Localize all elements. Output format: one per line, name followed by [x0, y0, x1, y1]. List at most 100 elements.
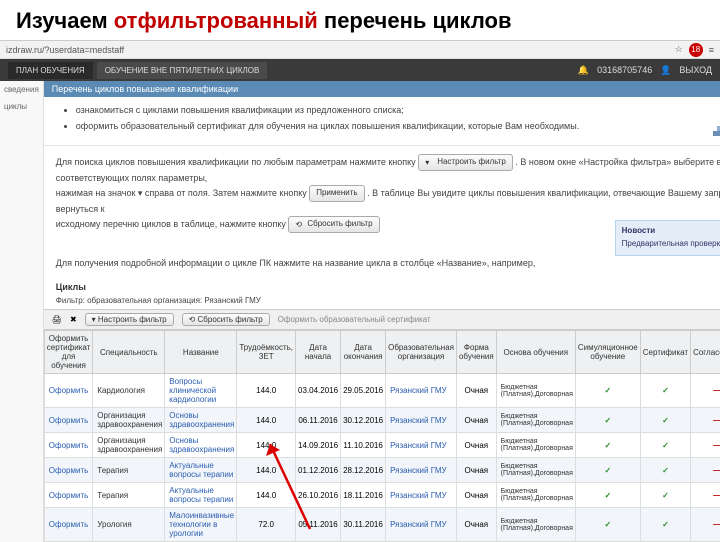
row-start: 05.11.2016	[296, 508, 341, 542]
col-name[interactable]: Название	[165, 331, 237, 374]
row-form: Очная	[456, 408, 496, 433]
row-sim-check: ✓	[575, 483, 640, 508]
row-org-link[interactable]: Рязанский ГМУ	[386, 458, 457, 483]
row-end: 29.05.2016	[341, 374, 386, 408]
row-start: 26.10.2016	[296, 483, 341, 508]
star-icon[interactable]: ☆	[675, 44, 683, 55]
col-sim[interactable]: Симуляционное обучение	[575, 331, 640, 374]
intro-block: ознакомиться с циклами повышения квалифи…	[44, 97, 720, 146]
col-org[interactable]: Образовательная организация	[386, 331, 457, 374]
sidebar: сведения циклы	[0, 81, 44, 542]
row-cert-check: ✓	[640, 374, 690, 408]
row-sim-check: ✓	[575, 508, 640, 542]
table-row: ОформитьТерапияАктуальные вопросы терапи…	[44, 458, 720, 483]
row-form: Очная	[456, 374, 496, 408]
setup-filter-button-inline[interactable]: ▾Настроить фильтр	[418, 154, 513, 171]
row-basis: Бюджетная (Платная),Договорная	[496, 408, 575, 433]
user-id: 03168705746	[597, 65, 652, 75]
row-spec: Терапия	[93, 458, 165, 483]
col-cert[interactable]: Сертификат	[640, 331, 690, 374]
row-org-link[interactable]: Рязанский ГМУ	[386, 374, 457, 408]
top-nav: ПЛАН ОБУЧЕНИЯ ОБУЧЕНИЕ ВНЕ ПЯТИЛЕТНИХ ЦИ…	[0, 59, 720, 81]
url-text: izdraw.ru/?userdata=medstaff	[6, 45, 124, 55]
row-sim-check: ✓	[575, 408, 640, 433]
row-cert-button[interactable]: Оформить	[44, 458, 93, 483]
row-name-link[interactable]: Актуальные вопросы терапии	[165, 458, 237, 483]
row-cert-check: ✓	[640, 483, 690, 508]
col-start[interactable]: Дата начала	[296, 331, 341, 374]
row-cert-button[interactable]: Оформить	[44, 408, 93, 433]
row-start: 03.04.2016	[296, 374, 341, 408]
row-org-link[interactable]: Рязанский ГМУ	[386, 408, 457, 433]
row-end: 30.12.2016	[341, 408, 386, 433]
news-hint-box[interactable]: Новости Предварительная проверка докумен…	[615, 220, 720, 256]
row-name-link[interactable]: Основы здравоохранения	[165, 433, 237, 458]
cert-link[interactable]: Оформить образовательный сертификат	[278, 315, 431, 324]
row-zet: 144.0	[237, 433, 296, 458]
page-header: Перечень циклов повышения квалификации	[44, 81, 720, 97]
row-agr: —	[691, 483, 720, 508]
row-name-link[interactable]: Актуальные вопросы терапии	[165, 483, 237, 508]
funnel-icon: ▾	[92, 315, 96, 324]
col-agr[interactable]: Согласовано	[691, 331, 720, 374]
table-row: ОформитьУрологияМалоинвазивные технологи…	[44, 508, 720, 542]
col-end[interactable]: Дата окончания	[341, 331, 386, 374]
row-basis: Бюджетная (Платная),Договорная	[496, 508, 575, 542]
menu-icon[interactable]: ≡	[709, 45, 714, 55]
reset-icon: ⟲	[295, 219, 305, 229]
col-form[interactable]: Форма обучения	[456, 331, 496, 374]
reset-icon: ⟲	[189, 315, 196, 324]
row-start: 14.09.2016	[296, 433, 341, 458]
row-cert-button[interactable]: Оформить	[44, 483, 93, 508]
row-name-link[interactable]: Вопросы клинической кардиологии	[165, 374, 237, 408]
col-basis[interactable]: Основа обучения	[496, 331, 575, 374]
bell-icon[interactable]: 🔔	[578, 65, 589, 76]
row-agr: —	[691, 508, 720, 542]
export-icon[interactable]: ✖	[70, 315, 77, 324]
row-org-link[interactable]: Рязанский ГМУ	[386, 483, 457, 508]
row-cert-button[interactable]: Оформить	[44, 374, 93, 408]
table-toolbar: 🖨 ✖ ▾ Настроить фильтр ⟲ Сбросить фильтр…	[44, 309, 720, 330]
row-name-link[interactable]: Малоинвазивные технологии в урологии	[165, 508, 237, 542]
row-basis: Бюджетная (Платная),Договорная	[496, 458, 575, 483]
col-cert-btn[interactable]: Оформить сертификат для обучения	[44, 331, 93, 374]
row-sim-check: ✓	[575, 433, 640, 458]
row-agr: —	[691, 458, 720, 483]
row-cert-check: ✓	[640, 458, 690, 483]
row-cert-button[interactable]: Оформить	[44, 508, 93, 542]
tab-outside[interactable]: ОБУЧЕНИЕ ВНЕ ПЯТИЛЕТНИХ ЦИКЛОВ	[97, 62, 268, 79]
tab-plan[interactable]: ПЛАН ОБУЧЕНИЯ	[8, 62, 93, 79]
row-name-link[interactable]: Основы здравоохранения	[165, 408, 237, 433]
row-agr: —	[691, 374, 720, 408]
sidebar-item-info[interactable]: сведения	[4, 85, 39, 94]
row-org-link[interactable]: Рязанский ГМУ	[386, 508, 457, 542]
setup-filter-button[interactable]: ▾ Настроить фильтр	[85, 313, 174, 326]
col-spec[interactable]: Специальность	[93, 331, 165, 374]
user-icon[interactable]: 👤	[660, 65, 671, 76]
row-zet: 144.0	[237, 483, 296, 508]
reset-filter-button-inline[interactable]: ⟲Сбросить фильтр	[288, 216, 379, 233]
row-basis: Бюджетная (Платная),Договорная	[496, 374, 575, 408]
row-sim-check: ✓	[575, 458, 640, 483]
cycles-table: Оформить сертификат для обучения Специал…	[44, 330, 720, 542]
row-org-link[interactable]: Рязанский ГМУ	[386, 433, 457, 458]
row-end: 30.11.2016	[341, 508, 386, 542]
row-start: 01.12.2016	[296, 458, 341, 483]
col-zet[interactable]: Трудоёмкость, ЗЕТ	[237, 331, 296, 374]
active-filter-text: Фильтр: образовательная организация: Ряз…	[44, 294, 720, 309]
logout-link[interactable]: ВЫХОД	[679, 65, 712, 75]
reset-filter-button[interactable]: ⟲ Сбросить фильтр	[182, 313, 270, 326]
table-row: ОформитьОрганизация здравоохраненияОснов…	[44, 433, 720, 458]
row-basis: Бюджетная (Платная),Договорная	[496, 433, 575, 458]
sidebar-item-cycles[interactable]: циклы	[4, 102, 39, 111]
print-icon[interactable]: 🖨	[52, 315, 62, 324]
row-form: Очная	[456, 458, 496, 483]
intro-bullet-2: оформить образовательный сертификат для …	[76, 121, 720, 131]
row-cert-button[interactable]: Оформить	[44, 433, 93, 458]
intro-bullet-1: ознакомиться с циклами повышения квалифи…	[76, 105, 720, 115]
notification-badge[interactable]: 18	[689, 43, 703, 57]
row-agr: —	[691, 408, 720, 433]
row-start: 06.11.2016	[296, 408, 341, 433]
row-cert-check: ✓	[640, 433, 690, 458]
apply-button-inline[interactable]: Применить	[309, 185, 364, 202]
